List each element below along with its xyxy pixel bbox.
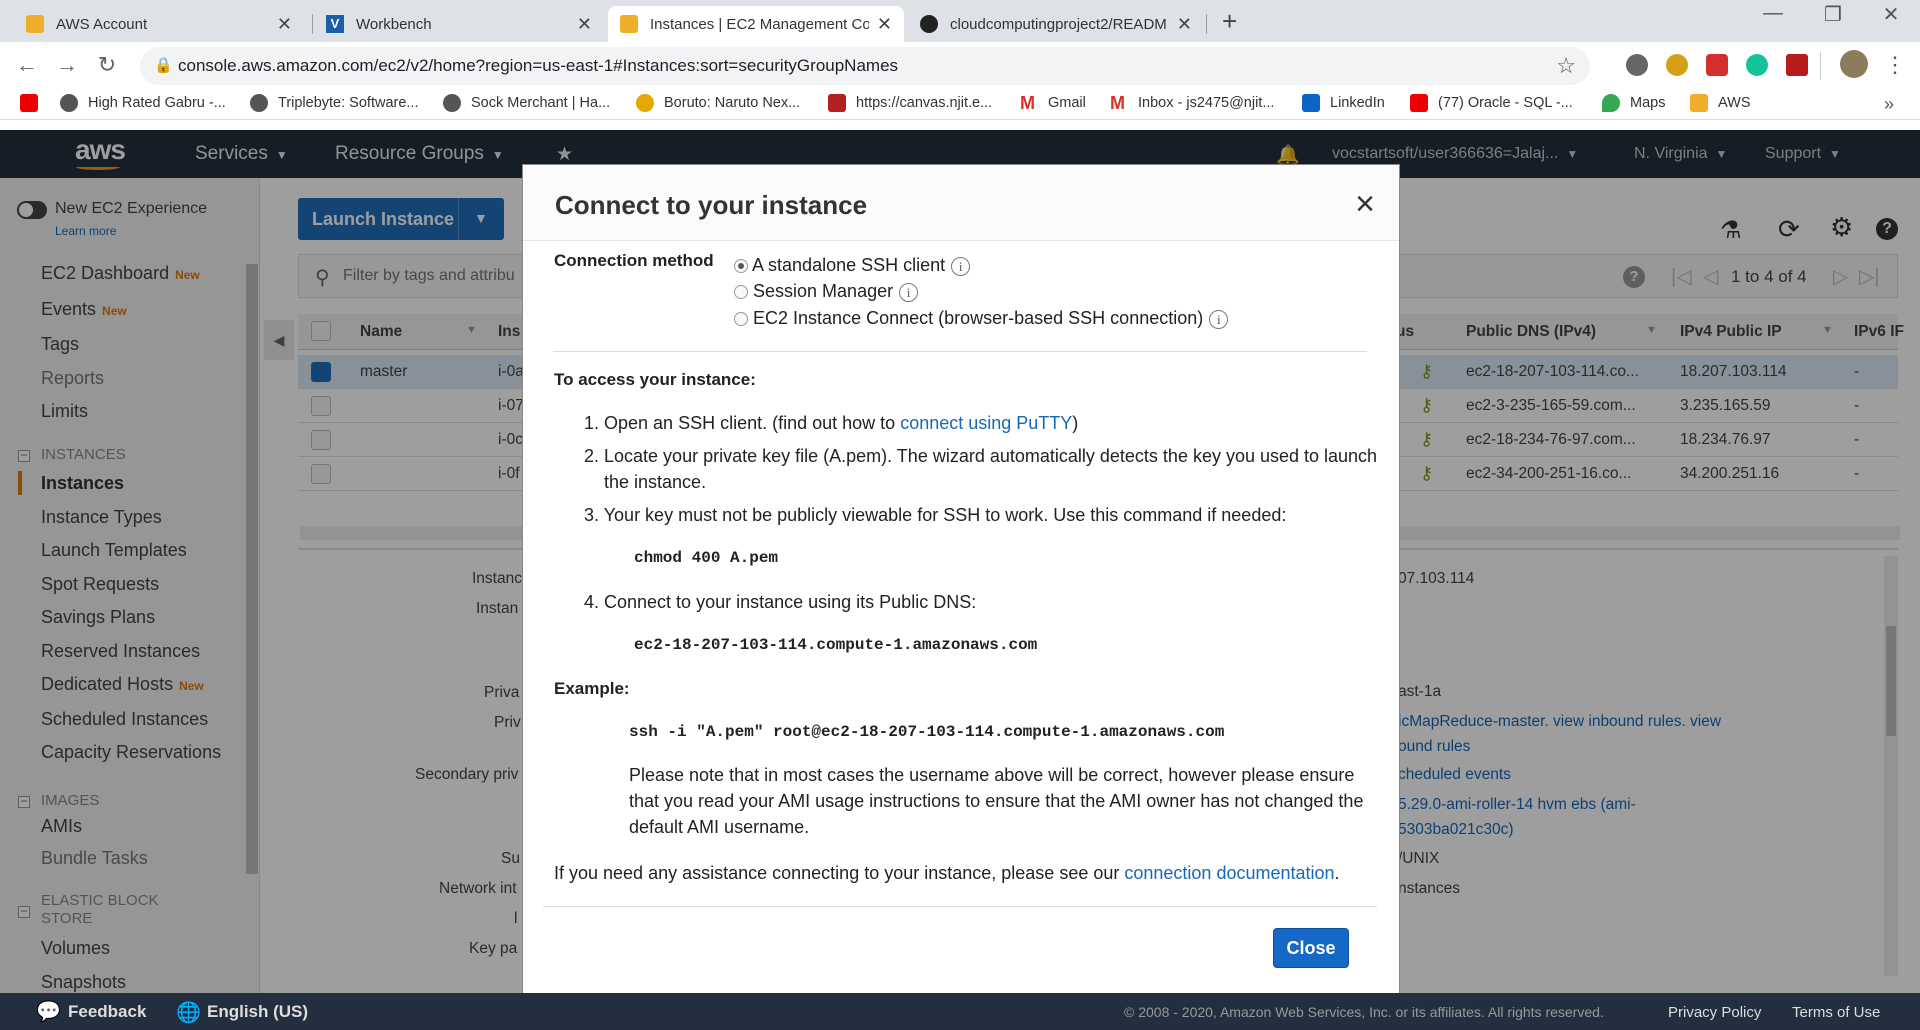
vocareum-icon: V [326,15,344,33]
feedback-link[interactable]: Feedback [68,1002,146,1022]
gmail-icon: M [1110,93,1125,113]
tab-ec2-instances[interactable]: Instances | EC2 Management Co ✕ [608,6,904,42]
connection-documentation-link[interactable]: connection documentation [1124,863,1334,883]
bookmark-aws[interactable]: AWS [1690,94,1751,112]
bookmark-maps[interactable]: Maps [1602,94,1665,112]
step-1: 1. Open an SSH client. (find out how to … [584,413,1079,433]
close-button[interactable]: Close [1273,928,1349,968]
chmod-command: chmod 400 A.pem [634,549,779,567]
ssh-command: ssh -i "A.pem" root@ec2-18-207-103-114.c… [629,723,1225,741]
bookmark-item[interactable]: Triplebyte: Software... [250,94,419,112]
language-selector[interactable]: English (US) [207,1002,308,1022]
info-icon[interactable]: i [899,282,919,302]
new-tab-plus-icon[interactable]: + [1222,6,1237,37]
note-text: that you read your AMI usage instruction… [629,791,1364,811]
colorful-logo-icon [636,94,654,112]
minimize-icon[interactable]: — [1750,2,1796,25]
radio-button[interactable] [734,312,748,327]
connection-method-label: Connection method [554,251,714,270]
tab-aws-account[interactable]: AWS Account ✕ [14,6,304,42]
copyright-text: © 2008 - 2020, Amazon Web Services, Inc.… [1124,1004,1604,1020]
step-2-cont: the instance. [604,472,707,492]
dialog-title: Connect to your instance [555,190,868,220]
globe-icon [443,94,461,112]
aws-footer: 💬 Feedback 🌐 English (US) © 2008 - 2020,… [0,993,1920,1030]
close-icon[interactable]: ✕ [1177,14,1192,35]
assistance-text: If you need any assistance connecting to… [554,863,1340,883]
extension-icon[interactable] [1626,54,1648,76]
bookmark-item[interactable]: High Rated Gabru -... [60,94,226,112]
chat-bubble-icon: 💬 [36,1001,61,1023]
info-icon[interactable]: i [951,256,971,276]
globe-icon [250,94,268,112]
reload-icon[interactable]: ↻ [92,52,122,78]
bookmarks-bar: High Rated Gabru -... Triplebyte: Softwa… [0,90,1920,120]
option-ssh-client[interactable]: A standalone SSH client i [734,255,971,276]
close-icon[interactable]: ✕ [277,14,292,35]
step-2: 2. Locate your private key file (A.pem).… [584,446,1378,466]
back-arrow-icon[interactable]: ← [12,52,42,78]
bookmark-youtube-oracle[interactable]: (77) Oracle - SQL -... [1410,94,1573,112]
url-text: console.aws.amazon.com/ec2/v2/home?regio… [178,56,899,75]
bookmark-gmail[interactable]: M Gmail [1020,94,1086,112]
pdf-icon[interactable] [1786,54,1808,76]
canvas-icon [828,94,846,112]
maximize-icon[interactable]: ❐ [1810,2,1856,27]
tab-github-readme[interactable]: cloudcomputingproject2/READM ✕ [908,6,1204,42]
aws-box-icon [620,15,638,33]
forward-arrow-icon[interactable]: → [52,52,82,78]
extension-icon[interactable] [1666,54,1688,76]
terms-of-use-link[interactable]: Terms of Use [1792,1004,1880,1021]
bookmark-item[interactable]: Boruto: Naruto Nex... [636,94,800,112]
youtube-icon [20,94,38,112]
dialog-header: Connect to your instance × [523,165,1399,241]
step-3: 3. Your key must not be publicly viewabl… [584,505,1287,525]
close-icon[interactable]: ✕ [877,14,892,35]
close-icon[interactable]: ✕ [577,14,592,35]
maps-pin-icon [1602,94,1620,112]
globe-icon [60,94,78,112]
example-label: Example: [554,679,630,698]
lock-icon: 🔒 [154,57,173,74]
bookmark-linkedin[interactable]: LinkedIn [1302,94,1385,112]
putty-link[interactable]: connect using PuTTY [900,413,1072,433]
info-icon[interactable]: i [1209,309,1229,329]
youtube-icon [1410,94,1428,112]
divider [543,906,1377,907]
bookmark-item[interactable]: Sock Merchant | Ha... [443,94,610,112]
radio-button[interactable] [734,259,748,274]
option-instance-connect[interactable]: EC2 Instance Connect (browser-based SSH … [734,308,1229,329]
linkedin-icon [1302,94,1320,112]
note-text: default AMI username. [629,817,810,837]
browser-tab-strip: AWS Account ✕ V Workbench ✕ Instances | … [0,0,1920,42]
bookmark-youtube[interactable] [20,94,48,112]
window-close-icon[interactable]: ✕ [1868,2,1914,27]
option-session-manager[interactable]: Session Manager i [734,281,919,302]
address-bar[interactable]: 🔒 console.aws.amazon.com/ec2/v2/home?reg… [140,47,1590,85]
chevron-double-right-icon[interactable]: » [1884,94,1894,115]
github-icon [920,15,938,33]
kebab-menu-icon[interactable]: ⋮ [1884,52,1906,78]
divider [553,351,1367,352]
tab-workbench[interactable]: V Workbench ✕ [314,6,604,42]
note-text: Please note that in most cases the usern… [629,765,1355,785]
public-dns: ec2-18-207-103-114.compute-1.amazonaws.c… [634,636,1038,654]
globe-icon: 🌐 [176,1002,201,1024]
grammarly-icon[interactable] [1746,54,1768,76]
bookmark-inbox[interactable]: M Inbox - js2475@njit... [1110,94,1274,112]
gmail-icon: M [1020,93,1035,113]
aws-box-icon [26,15,44,33]
extension-icon[interactable] [1706,54,1728,76]
close-icon[interactable]: × [1355,185,1375,224]
bookmark-item[interactable]: https://canvas.njit.e... [828,94,992,112]
avatar[interactable] [1840,50,1868,78]
step-4: 4. Connect to your instance using its Pu… [584,592,977,612]
browser-toolbar: ← → ↻ 🔒 console.aws.amazon.com/ec2/v2/ho… [0,42,1920,90]
connect-instance-dialog: Connect to your instance × Connection me… [522,164,1400,994]
privacy-policy-link[interactable]: Privacy Policy [1668,1004,1761,1021]
aws-box-icon [1690,94,1708,112]
access-heading: To access your instance: [554,370,756,389]
radio-button[interactable] [734,285,748,300]
star-icon[interactable]: ☆ [1556,53,1576,79]
